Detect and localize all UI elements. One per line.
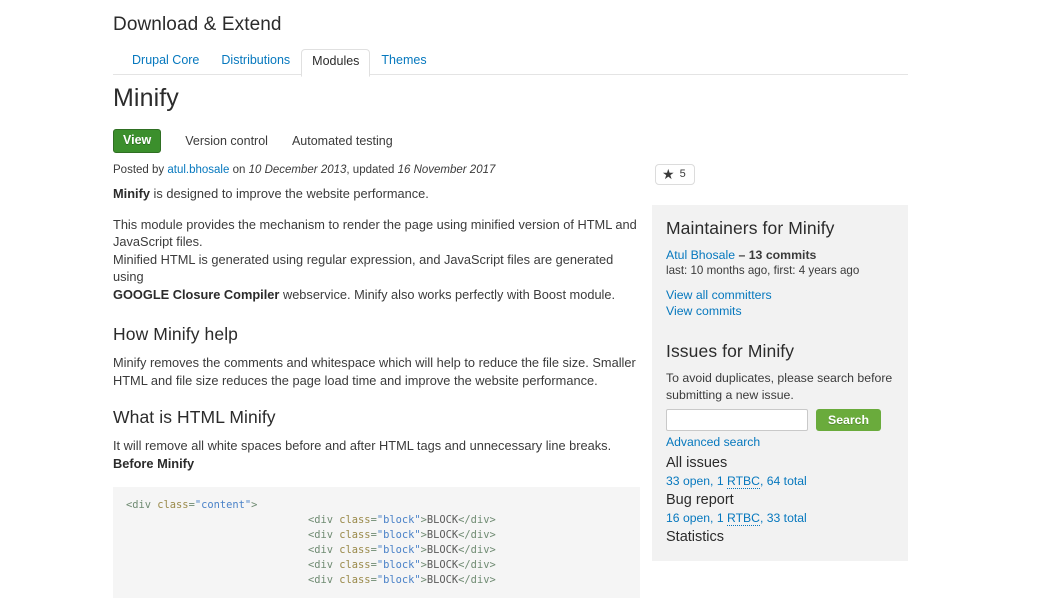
star-badge[interactable]: ★ 5 (655, 164, 695, 185)
issues-heading: Issues for Minify (666, 341, 894, 362)
tab-themes[interactable]: Themes (370, 49, 437, 75)
intro-paragraph: Minify is designed to improve the websit… (113, 185, 640, 203)
issue-search-row: Search (666, 409, 894, 431)
primary-tabs: Drupal CoreDistributionsModulesThemes (113, 47, 908, 75)
code-line-open: <div class="content"> (126, 499, 257, 511)
what-is-html-minify-text: It will remove all white spaces before a… (113, 437, 640, 472)
posted-by-label: Posted by (113, 164, 164, 176)
rtbc-abbr: RTBC (727, 474, 760, 489)
updated-label: , updated (346, 164, 394, 176)
tab-drupal-core[interactable]: Drupal Core (121, 49, 210, 75)
what-text: It will remove all white spaces before a… (113, 438, 611, 453)
all-issues-total: , 64 total (760, 474, 807, 488)
on-label: on (233, 164, 246, 176)
created-date: 10 December 2013 (249, 164, 347, 176)
heading-what-is-html-minify: What is HTML Minify (113, 407, 640, 428)
issue-stats-all-issues[interactable]: 33 open, 1 RTBC, 64 total (666, 473, 894, 490)
project-action-tabs: View Version control Automated testing (113, 129, 393, 153)
code-block-line: <div class="block">BLOCK</div> (308, 574, 496, 586)
project-sidebar: Maintainers for Minify Atul Bhosale – 13… (652, 205, 908, 561)
heading-how-minify-help: How Minify help (113, 324, 640, 345)
automated-testing-link[interactable]: Automated testing (292, 134, 393, 148)
version-control-link[interactable]: Version control (185, 134, 268, 148)
section-header: Download & Extend Drupal CoreDistributio… (113, 14, 908, 75)
tab-distributions[interactable]: Distributions (210, 49, 301, 75)
issue-search-input[interactable] (666, 409, 808, 431)
maintainers-heading: Maintainers for Minify (666, 218, 894, 239)
before-minify-label: Before Minify (113, 456, 194, 471)
intro-rest: is designed to improve the website perfo… (150, 186, 429, 201)
desc-bold-compiler: GOOGLE Closure Compiler (113, 287, 279, 302)
star-count: 5 (680, 168, 686, 180)
star-icon: ★ (662, 167, 675, 181)
issue-search-button[interactable]: Search (816, 409, 881, 431)
rtbc-abbr: RTBC (727, 511, 760, 526)
desc-line-4-rest: webservice. Minify also works perfectly … (279, 287, 615, 302)
maintainer-link[interactable]: Atul Bhosale (666, 248, 735, 262)
updated-date: 16 November 2017 (398, 164, 496, 176)
project-title: Minify (113, 84, 179, 113)
project-meta: Posted by atul.bhosale on 10 December 20… (113, 164, 495, 176)
issue-category-all-issues: All issues (666, 454, 894, 473)
page-root: Download & Extend Drupal CoreDistributio… (0, 0, 1050, 525)
desc-line-2: JavaScript files. (113, 234, 203, 249)
view-button[interactable]: View (113, 129, 161, 153)
bug-report-total: , 33 total (760, 511, 807, 525)
issue-statistics-label: Statistics (666, 528, 894, 547)
bug-report-open: 16 open, (666, 511, 717, 525)
advanced-search-link[interactable]: Advanced search (666, 435, 894, 449)
how-minify-help-text: Minify removes the comments and whitespa… (113, 354, 640, 389)
bug-report-rtbc-count: 1 (717, 511, 727, 525)
issue-category-bug-report: Bug report (666, 491, 894, 510)
code-block-line: <div class="block">BLOCK</div> (308, 529, 496, 541)
description-paragraph: This module provides the mechanism to re… (113, 216, 640, 304)
page-title: Download & Extend (113, 14, 908, 36)
code-block-line: <div class="block">BLOCK</div> (308, 544, 496, 556)
author-link[interactable]: atul.bhosale (167, 164, 229, 176)
all-issues-rtbc-count: 1 (717, 474, 727, 488)
maintainer-activity: last: 10 months ago, first: 4 years ago (666, 263, 894, 279)
desc-line-3: Minified HTML is generated using regular… (113, 252, 613, 285)
maintainer-row: Atul Bhosale – 13 commits (666, 247, 894, 263)
intro-bold: Minify (113, 186, 150, 201)
tab-modules[interactable]: Modules (301, 49, 370, 77)
view-all-committers-link[interactable]: View all committers (666, 287, 894, 303)
issues-hint: To avoid duplicates, please search befor… (666, 370, 894, 403)
issue-stats-bug-report[interactable]: 16 open, 1 RTBC, 33 total (666, 510, 894, 527)
code-block-line: <div class="block">BLOCK</div> (308, 514, 496, 526)
project-body: Minify is designed to improve the websit… (113, 185, 640, 598)
desc-line-1: This module provides the mechanism to re… (113, 217, 637, 232)
maintainer-commits: – 13 commits (735, 248, 816, 262)
code-sample-before-minify: <div class="content"> <div class="block"… (113, 487, 640, 598)
view-commits-link[interactable]: View commits (666, 303, 894, 319)
code-block-line: <div class="block">BLOCK</div> (308, 559, 496, 571)
all-issues-open: 33 open, (666, 474, 717, 488)
